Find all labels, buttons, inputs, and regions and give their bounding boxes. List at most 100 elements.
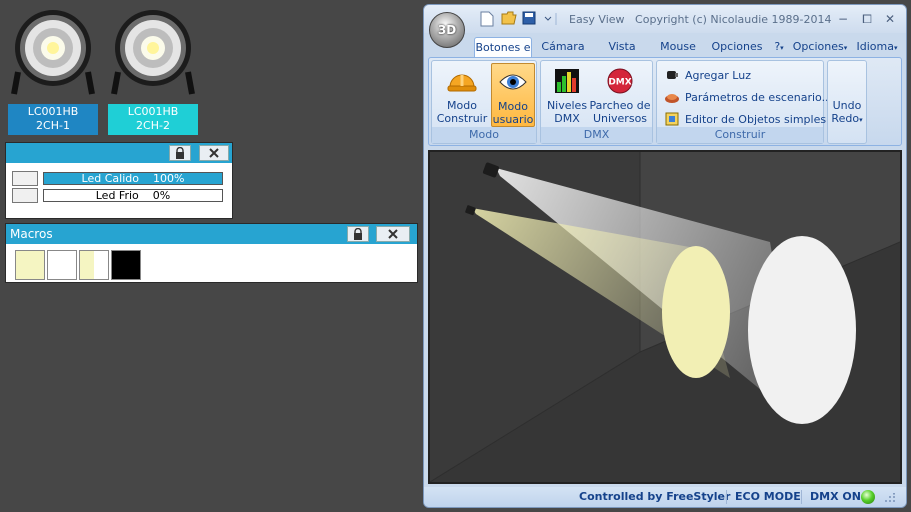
editor-objetos-label: Editor de Objetos simples (685, 112, 827, 126)
svg-text:DMX: DMX (608, 78, 631, 88)
restore-button[interactable]: ⧠ (860, 13, 874, 25)
modo-usuario-line1: Modo (498, 100, 528, 113)
tab-opciones[interactable]: Opciones (708, 37, 766, 58)
lock-icon (354, 228, 362, 240)
channel-2-swatch[interactable] (12, 188, 38, 203)
channels-panel-titlebar[interactable] (6, 143, 232, 163)
status-dmx[interactable]: DMX ON (810, 490, 861, 504)
dmx-icon: DMX (589, 63, 651, 99)
tab-camara[interactable]: Cámara (538, 37, 588, 58)
eye-icon (492, 64, 534, 100)
close-panel-button[interactable] (199, 145, 229, 161)
save-icon[interactable] (522, 11, 538, 27)
ribbon-tabs: Botones e Cámara Vista Mouse Opciones ?▾… (424, 35, 906, 58)
close-window-button[interactable]: ✕ (883, 13, 897, 25)
3d-scene (430, 152, 900, 482)
tab-mouse[interactable]: Mouse (656, 37, 700, 58)
tab-vista[interactable]: Vista (602, 37, 642, 58)
group-modo: Modo Construir Modo usuario Modo (431, 60, 537, 144)
lock-icon (176, 147, 184, 159)
niveles-dmx-line1: Niveles (546, 99, 588, 112)
cold-light-spot (748, 236, 856, 424)
close-icon (388, 229, 398, 239)
channel-1-swatch[interactable] (12, 171, 38, 186)
fixture-1-label: LC001HB 2CH-1 (8, 104, 98, 135)
group-construir: Agregar Luz Parámetros de escenario... E… (656, 60, 832, 144)
macro-swatch-1[interactable] (15, 250, 45, 280)
modo-construir-line1: Modo (447, 99, 477, 112)
close-icon (209, 148, 219, 158)
agregar-luz-label: Agregar Luz (685, 68, 751, 82)
macros-close-button[interactable] (376, 226, 410, 242)
channel-2-bar[interactable]: Led Frio 0% (43, 189, 223, 202)
ribbon: Modo Construir Modo usuario Modo Niveles… (428, 57, 902, 146)
fixture-1[interactable]: LC001HB 2CH-1 (8, 0, 98, 135)
lock-button[interactable] (169, 145, 191, 161)
group-modo-caption: Modo (432, 127, 536, 143)
new-file-icon[interactable] (480, 11, 496, 27)
minimize-button[interactable]: − (836, 13, 850, 25)
fixture-2-channel: 2CH-2 (136, 119, 170, 132)
hardhat-icon (436, 63, 488, 99)
warm-light-spot (662, 246, 730, 378)
window-title: Easy View Copyright (c) Nicolaudie 1989-… (569, 13, 832, 26)
parcheo-universos-button[interactable]: DMX Parcheo de Universos (589, 63, 651, 127)
undo-redo-button[interactable]: Undo Redo▾ (828, 99, 866, 131)
channels-panel: Led Calido 100% Led Frio 0% (5, 142, 233, 219)
macro-swatch-4[interactable] (111, 250, 141, 280)
redo-label: Redo▾ (831, 112, 863, 125)
parcheo-line1: Parcheo de (589, 99, 651, 112)
status-separator (801, 490, 802, 504)
macros-lock-button[interactable] (347, 226, 369, 242)
group-dmx: Niveles DMX DMX Parcheo de Universos DMX (540, 60, 653, 144)
channel-row-1[interactable]: Led Calido 100% (12, 171, 223, 186)
fixture-2[interactable]: LC001HB 2CH-2 (108, 0, 198, 135)
parametros-escenario-label: Parámetros de escenario... (685, 90, 833, 104)
resize-grip-icon[interactable] (884, 493, 896, 503)
group-construir-caption: Construir (657, 127, 823, 143)
editor-objetos-button[interactable]: Editor de Objetos simples (663, 109, 826, 129)
status-controlled: Controlled by FreeStyler (579, 490, 731, 503)
macros-title: Macros (10, 227, 53, 241)
levels-icon (545, 63, 589, 99)
spotlight-icon (663, 67, 681, 83)
app-orb-button[interactable]: 3D (429, 12, 465, 48)
fixture-2-model: LC001HB (127, 105, 179, 118)
modo-usuario-line2: usuario (492, 113, 534, 126)
fixture-1-channel: 2CH-1 (36, 119, 70, 132)
channel-1-bar[interactable]: Led Calido 100% (43, 172, 223, 185)
tab-botones[interactable]: Botones e (474, 37, 532, 58)
channel-row-2[interactable]: Led Frio 0% (12, 188, 223, 203)
modo-construir-line2: Construir (436, 112, 488, 125)
agregar-luz-button[interactable]: Agregar Luz (663, 65, 751, 85)
macro-swatch-2[interactable] (47, 250, 77, 280)
parametros-escenario-button[interactable]: Parámetros de escenario... (663, 87, 832, 107)
stage-icon (663, 89, 681, 105)
qat-dropdown-icon[interactable] (541, 11, 563, 27)
status-bar: Controlled by FreeStyler ECO MODE DMX ON (424, 487, 906, 507)
easy-view-window: Easy View Copyright (c) Nicolaudie 1989-… (423, 4, 907, 508)
niveles-dmx-button[interactable]: Niveles DMX (545, 63, 589, 127)
group-undo: Undo Redo▾ (827, 60, 867, 144)
objects-icon (663, 111, 681, 127)
parcheo-line2: Universos (592, 112, 648, 125)
fixture-1-model: LC001HB (27, 105, 79, 118)
help-menu[interactable]: ?▾ (770, 37, 788, 58)
open-folder-icon[interactable] (501, 11, 517, 27)
fixture-2-image (108, 0, 198, 104)
macro-swatch-3[interactable] (79, 250, 109, 280)
dmx-status-led-icon (861, 490, 875, 504)
status-separator (726, 490, 727, 504)
options-menu[interactable]: Opciones▾ (790, 37, 850, 58)
modo-usuario-button[interactable]: Modo usuario (491, 63, 535, 127)
group-dmx-caption: DMX (541, 127, 652, 143)
macros-panel: Macros (5, 223, 418, 283)
modo-construir-button[interactable]: Modo Construir (436, 63, 488, 127)
language-menu[interactable]: Idioma▾ (852, 37, 902, 58)
fixture-2-label: LC001HB 2CH-2 (108, 104, 198, 135)
undo-label: Undo (832, 99, 862, 112)
status-eco-mode[interactable]: ECO MODE (735, 490, 801, 504)
macros-panel-titlebar[interactable]: Macros (6, 224, 417, 244)
3d-viewport[interactable] (428, 150, 902, 484)
window-titlebar[interactable]: Easy View Copyright (c) Nicolaudie 1989-… (424, 5, 906, 33)
